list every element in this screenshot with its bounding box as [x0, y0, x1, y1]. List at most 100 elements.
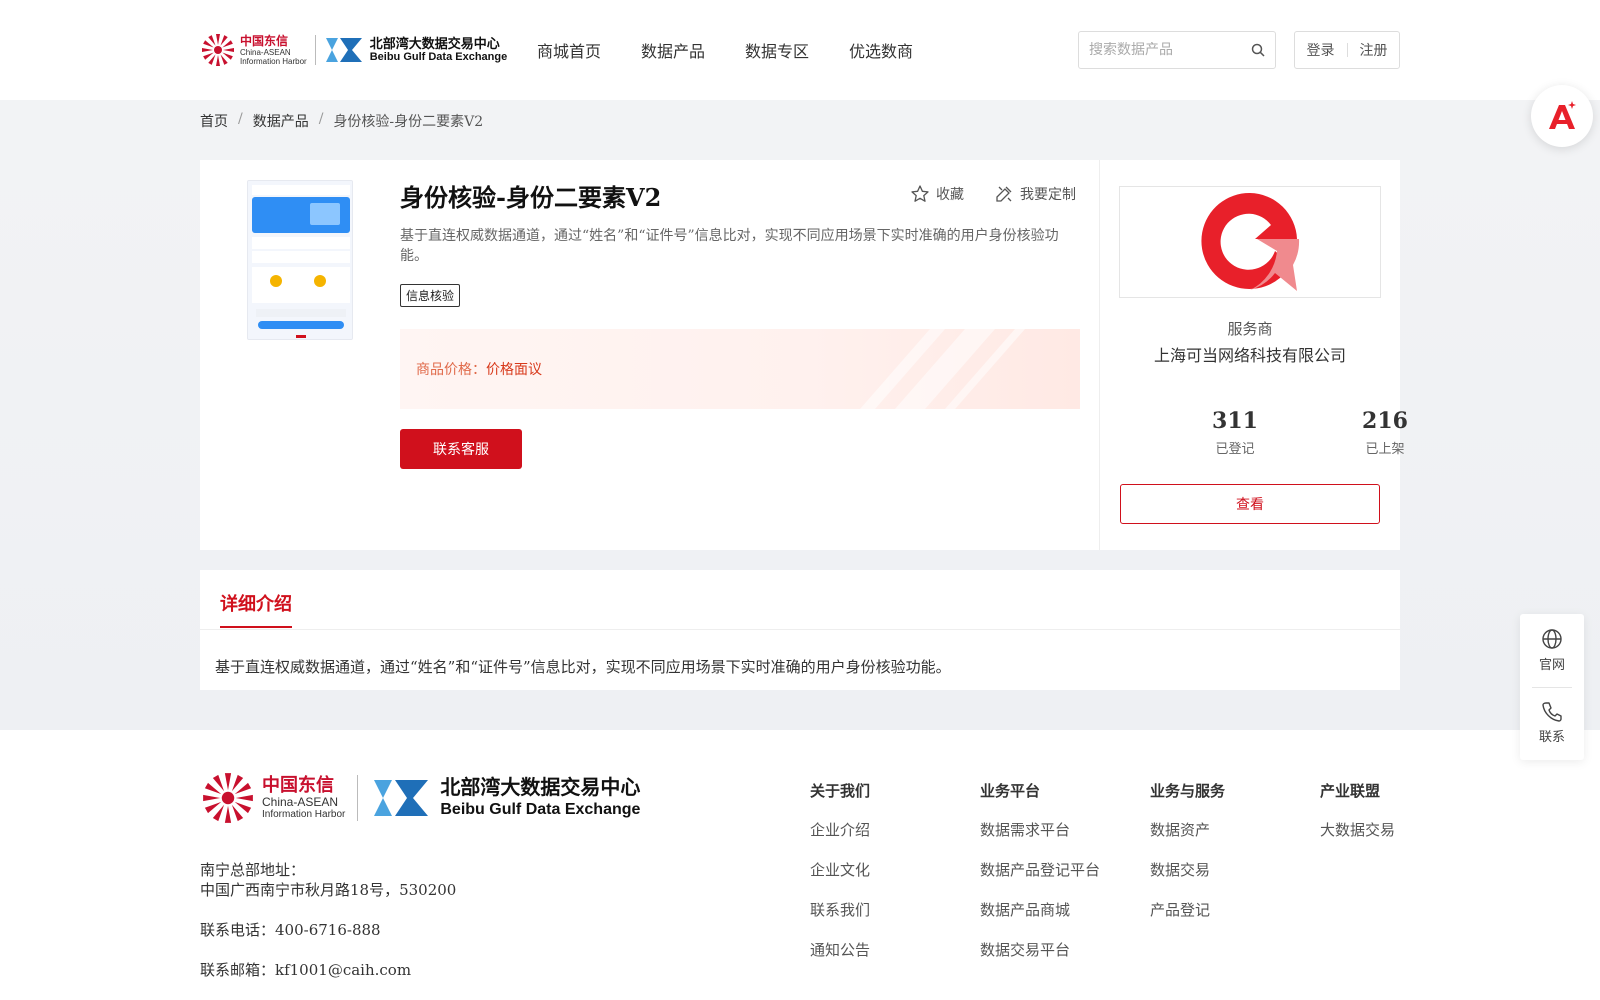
site-logo[interactable]: 中国东信 China-ASEAN Information Harbor 北部湾大… [200, 30, 507, 70]
footer-link[interactable]: 数据交易 [1150, 859, 1225, 880]
breadcrumb: 首页 / 数据产品 / 身份核验-身份二要素V2 [200, 111, 483, 131]
footer-logo[interactable]: 中国东信 China-ASEAN Information Harbor 北部湾大… [200, 770, 640, 826]
footer-link[interactable]: 通知公告 [810, 939, 870, 960]
footer-link[interactable]: 数据产品登记平台 [980, 859, 1100, 880]
product-tag: 信息核验 [400, 284, 461, 307]
stat-listed-label: 已上架 [1365, 442, 1405, 457]
footer-col-title: 业务平台 [980, 782, 1041, 800]
price-box: 商品价格：价格面议 [400, 329, 1080, 409]
footer-link[interactable]: 数据产品商城 [980, 899, 1100, 920]
floating-divider [1532, 687, 1572, 688]
footer-logo-brand-cn: 中国东信 [262, 774, 334, 796]
favorite-label: 收藏 [936, 187, 964, 203]
stat-registered: 311 已登记 [1175, 408, 1295, 457]
logo-brand-en2: Information Harbor [240, 56, 307, 66]
price-line: 商品价格：价格面议 [416, 359, 542, 379]
detail-card: 详细介绍 基于直连权威数据通道，通过“姓名”和“证件号”信息比对，实现不同应用场… [200, 570, 1400, 690]
globe-icon [1542, 629, 1562, 649]
footer-col-services: 业务与服务 数据资产 数据交易 产品登记 [1150, 780, 1225, 939]
breadcrumb-data-products[interactable]: 数据产品 [253, 111, 309, 131]
customize-button[interactable]: 我要定制 [994, 184, 1076, 204]
view-vendor-button[interactable]: 查看 [1120, 484, 1380, 524]
contact-button[interactable]: 联系 [1520, 700, 1584, 745]
footer-logo-bbg-en: Beibu Gulf Data Exchange [440, 801, 641, 818]
contact-service-button[interactable]: 联系客服 [400, 429, 522, 469]
product-description: 基于直连权威数据通道，通过“姓名”和“证件号”信息比对，实现不同应用场景下实时准… [400, 228, 1059, 264]
footer-link[interactable]: 联系我们 [810, 899, 870, 920]
breadcrumb-current: 身份核验-身份二要素V2 [333, 114, 484, 130]
footer-link[interactable]: 数据交易平台 [980, 939, 1100, 960]
customize-label: 我要定制 [1020, 187, 1076, 203]
ai-assistant-button[interactable] [1531, 85, 1593, 147]
price-label: 商品价格： [416, 362, 486, 378]
footer-col-platforms: 业务平台 数据需求平台 数据产品登记平台 数据产品商城 数据交易平台 [980, 780, 1100, 979]
footer-link[interactable]: 产品登记 [1150, 899, 1225, 920]
product-card: 身份核验-身份二要素V2 收藏 我要定制 基于直连权威数据通道，通过“姓名”和“… [200, 160, 1408, 550]
footer-link[interactable]: 大数据交易 [1320, 819, 1395, 840]
logo-divider [314, 35, 316, 65]
search-input[interactable] [1089, 42, 1251, 58]
logo-brand-en1: China-ASEAN [240, 47, 291, 57]
nav-mall-home[interactable]: 商城首页 [537, 38, 601, 62]
register-button[interactable]: 注册 [1360, 40, 1388, 60]
footer-link[interactable]: 企业文化 [810, 859, 870, 880]
floating-side-panel: 官网 联系 [1520, 614, 1584, 760]
tab-detail[interactable]: 详细介绍 [220, 590, 292, 628]
vendor-label: 服务商 [1227, 320, 1273, 338]
bbg-logo-icon [325, 38, 362, 62]
product-title: 身份核验-身份二要素V2 [400, 183, 662, 212]
price-value: 价格面议 [486, 362, 542, 378]
china-asean-logo-icon [202, 34, 234, 66]
footer-link[interactable]: 数据需求平台 [980, 819, 1100, 840]
footer-email: 联系邮箱：kf1001@caih.com [200, 961, 412, 979]
product-thumbnail[interactable] [247, 180, 353, 340]
customize-icon [996, 186, 1012, 202]
header: 中国东信 China-ASEAN Information Harbor 北部湾大… [0, 0, 1600, 100]
logo-bbg-cn: 北部湾大数据交易中心 [369, 36, 500, 51]
stat-registered-label: 已登记 [1215, 442, 1255, 457]
auth-box: 登录 注册 [1294, 31, 1400, 69]
vendor-logo-icon [1201, 192, 1300, 291]
price-decoration [860, 329, 1025, 409]
nav-preferred-vendors[interactable]: 优选数商 [849, 38, 913, 62]
footer-phone: 联系电话：400-6716-888 [200, 921, 381, 939]
website-label: 官网 [1538, 658, 1565, 673]
footer-col-about: 关于我们 企业介绍 企业文化 联系我们 通知公告 [810, 780, 870, 979]
footer-logo-brand-en2: Information Harbor [262, 808, 346, 820]
breadcrumb-home[interactable]: 首页 [200, 111, 228, 131]
footer-contact-info: 南宁总部地址： 中国广西南宁市秋月路18号，530200 联系电话：400-67… [200, 860, 456, 1000]
logo-bbg-en: Beibu Gulf Data Exchange [369, 51, 508, 63]
website-button[interactable]: 官网 [1520, 628, 1584, 673]
product-actions: 收藏 我要定制 [910, 184, 1076, 204]
nav-data-zone[interactable]: 数据专区 [745, 38, 809, 62]
footer-logo-brand-en1: China-ASEAN [262, 794, 339, 809]
vendor-logo[interactable] [1119, 186, 1381, 298]
footer: 中国东信 China-ASEAN Information Harbor 北部湾大… [0, 730, 1600, 1000]
logo-brand-cn: 中国东信 [240, 33, 289, 48]
breadcrumb-separator: / [318, 111, 324, 127]
phone-icon [1542, 702, 1562, 722]
breadcrumb-separator: / [238, 111, 243, 127]
footer-col-title: 关于我们 [810, 782, 871, 800]
main-nav: 商城首页 数据产品 数据专区 优选数商 [537, 38, 913, 62]
stat-listed: 216 已上架 [1325, 408, 1445, 457]
breadcrumb-bar: 首页 / 数据产品 / 身份核验-身份二要素V2 [0, 100, 1600, 140]
favorite-button[interactable]: 收藏 [910, 184, 964, 204]
detail-text: 基于直连权威数据通道，通过“姓名”和“证件号”信息比对，实现不同应用场景下实时准… [215, 658, 951, 676]
footer-logo-bbg-cn: 北部湾大数据交易中心 [440, 777, 641, 799]
stat-registered-value: 311 [1212, 408, 1258, 434]
footer-col-title: 产业联盟 [1320, 782, 1381, 800]
china-asean-logo-icon [203, 773, 253, 823]
contact-label: 联系 [1538, 730, 1565, 745]
footer-link[interactable]: 企业介绍 [810, 819, 870, 840]
auth-divider [1346, 43, 1348, 57]
product-thumbnail-image [248, 181, 352, 339]
login-button[interactable]: 登录 [1307, 40, 1335, 60]
footer-link[interactable]: 数据资产 [1150, 819, 1225, 840]
nav-data-products[interactable]: 数据产品 [641, 38, 705, 62]
search-icon[interactable] [1251, 43, 1265, 57]
vendor-name: 上海可当网络科技有限公司 [1153, 346, 1346, 365]
star-icon [911, 185, 929, 202]
tab-underline [200, 629, 1400, 630]
footer-address-label: 南宁总部地址： [200, 861, 306, 879]
